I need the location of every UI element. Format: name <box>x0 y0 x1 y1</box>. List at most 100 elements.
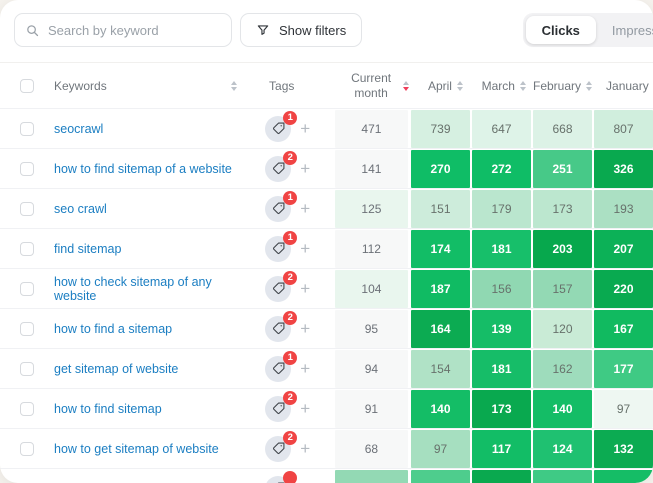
heatmap-row <box>410 469 653 483</box>
add-tag-button[interactable]: + <box>300 400 310 417</box>
table-row: how to get sitemap of website 2 + 68 971… <box>0 428 653 468</box>
current-month-value <box>335 470 408 483</box>
heatmap-row: 187156157220 <box>410 269 653 309</box>
heatmap-cell: 156 <box>472 270 531 308</box>
tag-icon <box>272 362 285 375</box>
tag-icon <box>272 322 285 335</box>
heatmap-cell: 326 <box>594 150 653 188</box>
row-checkbox[interactable] <box>20 362 34 376</box>
sort-icon-current-month-desc-active[interactable] <box>403 81 409 91</box>
tag-count-badge: 2 <box>283 271 297 285</box>
table-row: how to find a sitemap 2 + 95 16413912016… <box>0 308 653 348</box>
heatmap-cell: 120 <box>533 310 592 348</box>
row-checkbox[interactable] <box>20 282 34 296</box>
table-row: find sitemap 1 + 112 174181203207 <box>0 228 653 268</box>
add-tag-button[interactable]: + <box>300 200 310 217</box>
add-tag-button[interactable]: + <box>300 320 310 337</box>
search-box[interactable] <box>14 13 232 47</box>
current-month-value: 471 <box>335 110 408 148</box>
month-column-header-january[interactable]: January <box>606 79 649 93</box>
tag-icon <box>272 282 285 295</box>
heatmap-cell: 174 <box>411 230 470 268</box>
table-row: seocrawl 1 + 471 739647668807 <box>0 108 653 148</box>
heatmap-cell <box>594 470 653 483</box>
toggle-clicks[interactable]: Clicks <box>526 16 596 44</box>
sort-icon-march[interactable] <box>520 81 526 91</box>
keyword-link[interactable]: how to find a sitemap <box>54 322 172 336</box>
add-tag-button[interactable]: + <box>300 440 310 457</box>
toolbar: Show filters Clicks Impressions <box>0 0 653 62</box>
heatmap-cell: 179 <box>472 190 531 228</box>
add-tag-button[interactable]: + <box>300 120 310 137</box>
heatmap-cell: 151 <box>411 190 470 228</box>
keyword-link[interactable]: how to check sitemap of any website <box>54 275 247 303</box>
keyword-link[interactable]: how to find sitemap of a website <box>54 162 232 176</box>
heatmap-cell: 173 <box>533 190 592 228</box>
tag-icon <box>272 442 285 455</box>
tag-count-badge: 1 <box>283 231 297 245</box>
sort-icon-keywords[interactable] <box>231 81 237 91</box>
keywords-column-header[interactable]: Keywords <box>54 79 107 93</box>
table-header: Keywords Tags Current month April March … <box>0 62 653 108</box>
toggle-impressions[interactable]: Impressions <box>596 16 653 44</box>
tag-count-badge: 2 <box>283 431 297 445</box>
add-tag-button[interactable]: + <box>300 360 310 377</box>
add-tag-button[interactable]: + <box>300 280 310 297</box>
row-checkbox[interactable] <box>20 202 34 216</box>
heatmap-cell: 177 <box>594 350 653 388</box>
tag-count-badge: 2 <box>283 311 297 325</box>
table-row: seo crawl 1 + 125 151179173193 <box>0 188 653 228</box>
row-checkbox[interactable] <box>20 402 34 416</box>
keyword-link[interactable]: get sitemap of website <box>54 362 178 376</box>
current-month-value: 94 <box>335 350 408 388</box>
month-column-header-february[interactable]: February <box>533 79 581 93</box>
show-filters-button[interactable]: Show filters <box>240 13 362 47</box>
add-tag-button[interactable]: + <box>300 160 310 177</box>
tag-icon <box>272 402 285 415</box>
heatmap-row: 739647668807 <box>410 109 653 149</box>
heatmap-cell: 154 <box>411 350 470 388</box>
keyword-link[interactable]: how to find sitemap <box>54 402 162 416</box>
current-month-value: 125 <box>335 190 408 228</box>
heatmap-row: 14017314097 <box>410 389 653 429</box>
heatmap-cell: 807 <box>594 110 653 148</box>
heatmap-cell: 207 <box>594 230 653 268</box>
keyword-link[interactable]: seocrawl <box>54 122 103 136</box>
sort-icon-april[interactable] <box>457 81 463 91</box>
keyword-link[interactable]: find sitemap <box>54 242 121 256</box>
tag-count-badge <box>283 471 297 483</box>
row-checkbox[interactable] <box>20 442 34 456</box>
heatmap-row: 164139120167 <box>410 309 653 349</box>
row-checkbox[interactable] <box>20 122 34 136</box>
heatmap-row: 154181162177 <box>410 349 653 389</box>
heatmap-cell: 97 <box>594 390 653 428</box>
heatmap-cell: 203 <box>533 230 592 268</box>
keyword-link[interactable]: how to get sitemap of website <box>54 442 219 456</box>
add-tag-button[interactable]: + <box>300 240 310 257</box>
keyword-link[interactable]: seo crawl <box>54 202 107 216</box>
tag-count-badge: 1 <box>283 351 297 365</box>
heatmap-row: 151179173193 <box>410 189 653 229</box>
row-checkbox[interactable] <box>20 242 34 256</box>
row-checkbox[interactable] <box>20 322 34 336</box>
current-month-value: 141 <box>335 150 408 188</box>
current-month-value: 112 <box>335 230 408 268</box>
show-filters-label: Show filters <box>279 23 346 38</box>
select-all-checkbox[interactable] <box>20 79 34 93</box>
month-column-header-april[interactable]: April <box>428 79 452 93</box>
current-month-value: 68 <box>335 430 408 468</box>
heatmap-cell: 173 <box>472 390 531 428</box>
tag-count-badge: 1 <box>283 191 297 205</box>
current-month-value: 104 <box>335 270 408 308</box>
heatmap-cell: 647 <box>472 110 531 148</box>
current-month-column-header[interactable]: Current month <box>345 71 397 101</box>
tags-column-header: Tags <box>269 79 294 93</box>
table-body: seocrawl 1 + 471 739647668807 how to fin… <box>0 108 653 483</box>
heatmap-cell: 117 <box>472 430 531 468</box>
row-checkbox[interactable] <box>20 162 34 176</box>
heatmap-cell: 124 <box>533 430 592 468</box>
search-input[interactable] <box>48 23 224 38</box>
heatmap-cell: 272 <box>472 150 531 188</box>
month-column-header-march[interactable]: March <box>482 79 515 93</box>
tag-count-badge: 1 <box>283 111 297 125</box>
